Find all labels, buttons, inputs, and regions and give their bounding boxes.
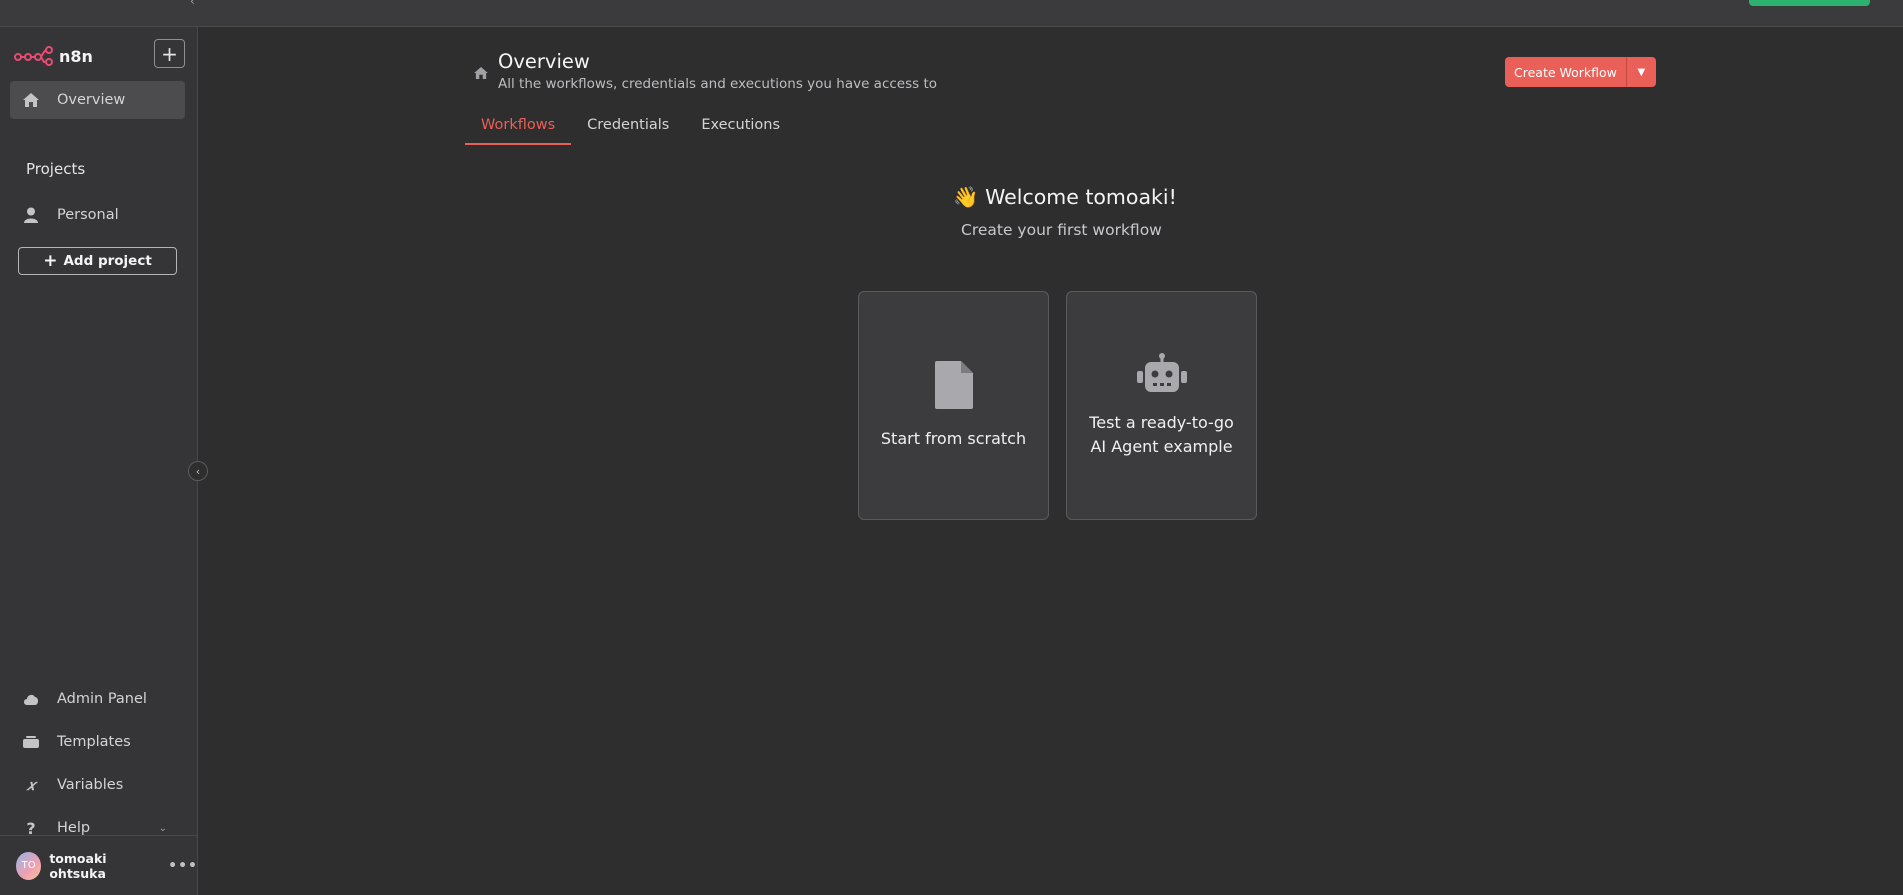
cloud-icon — [22, 690, 40, 708]
tab-workflows[interactable]: Workflows — [465, 117, 572, 145]
home-icon — [22, 91, 40, 109]
add-project-button[interactable]: + Add project — [18, 247, 177, 275]
sidebar-item-variables[interactable]: 𝑥 Variables — [10, 766, 185, 804]
projects-heading: Projects — [26, 160, 86, 178]
variables-icon: 𝑥 — [26, 776, 36, 794]
home-icon — [474, 64, 488, 83]
page-title: Overview — [498, 50, 590, 73]
avatar-initials: TO — [21, 860, 36, 871]
create-workflow-button[interactable]: Create Workflow — [1505, 57, 1626, 87]
sidebar-item-admin-panel[interactable]: Admin Panel — [10, 680, 185, 718]
main-content: Overview All the workflows, credentials … — [199, 27, 1903, 895]
robot-icon — [1136, 352, 1187, 397]
chevron-down-icon[interactable]: ⌄ — [159, 823, 167, 834]
more-options-icon[interactable]: ••• — [168, 858, 198, 874]
card-label: Start from scratch — [880, 428, 1027, 448]
plus-icon: + — [161, 41, 178, 66]
card-label-line-2: AI Agent example — [1090, 436, 1233, 456]
sidebar-item-label: Variables — [57, 777, 124, 793]
create-new-button[interactable]: + — [154, 39, 185, 68]
file-icon — [934, 360, 973, 413]
wave-emoji: 👋 — [953, 185, 979, 209]
chevron-icon[interactable]: ‹ — [190, 0, 195, 8]
top-action-button[interactable] — [1749, 0, 1870, 6]
tab-executions[interactable]: Executions — [685, 117, 796, 145]
user-menu[interactable]: TO tomoaki ohtsuka ••• — [0, 835, 198, 895]
create-dropdown-button[interactable]: ▼ — [1625, 57, 1656, 87]
sidebar-item-label: Help — [57, 820, 91, 836]
create-workflow-split-button: Create Workflow ▼ — [1505, 57, 1656, 87]
avatar[interactable]: TO — [16, 851, 42, 880]
ai-agent-example-card[interactable]: Test a ready-to-go AI Agent example — [1066, 291, 1257, 520]
top-bar: ‹ — [0, 0, 1903, 27]
sidebar-item-label: Admin Panel — [57, 691, 147, 707]
user-name: tomoaki ohtsuka — [49, 850, 107, 881]
tab-credentials[interactable]: Credentials — [571, 117, 685, 145]
card-label-line-1: Test a ready-to-go — [1089, 412, 1234, 432]
sidebar-item-overview[interactable]: Overview — [10, 81, 185, 119]
sidebar-item-label: Overview — [57, 92, 126, 108]
sidebar-item-label: Personal — [57, 207, 119, 223]
sidebar-item-label: Templates — [57, 734, 131, 750]
user-icon — [22, 206, 40, 224]
welcome-title: Welcome tomoaki! — [985, 185, 1177, 209]
page-subtitle: All the workflows, credentials and execu… — [498, 76, 938, 92]
sidebar-item-personal[interactable]: Personal — [10, 196, 185, 234]
sidebar: n8n + Overview Projects Personal + Add p… — [0, 27, 208, 895]
app-logo[interactable]: n8n — [14, 45, 93, 67]
welcome-heading: 👋 Welcome tomoaki! — [953, 185, 1177, 210]
templates-icon — [22, 733, 40, 751]
add-project-label: Add project — [63, 253, 152, 269]
tab-bar: Workflows Credentials Executions — [465, 117, 796, 145]
plus-icon: + — [43, 251, 58, 271]
app-name: n8n — [59, 46, 93, 66]
start-from-scratch-card[interactable]: Start from scratch — [858, 291, 1049, 520]
sidebar-item-templates[interactable]: Templates — [10, 723, 185, 761]
welcome-subtitle: Create your first workflow — [961, 221, 1162, 239]
chevron-down-icon: ▼ — [1637, 66, 1646, 78]
n8n-logo-icon — [14, 46, 53, 66]
